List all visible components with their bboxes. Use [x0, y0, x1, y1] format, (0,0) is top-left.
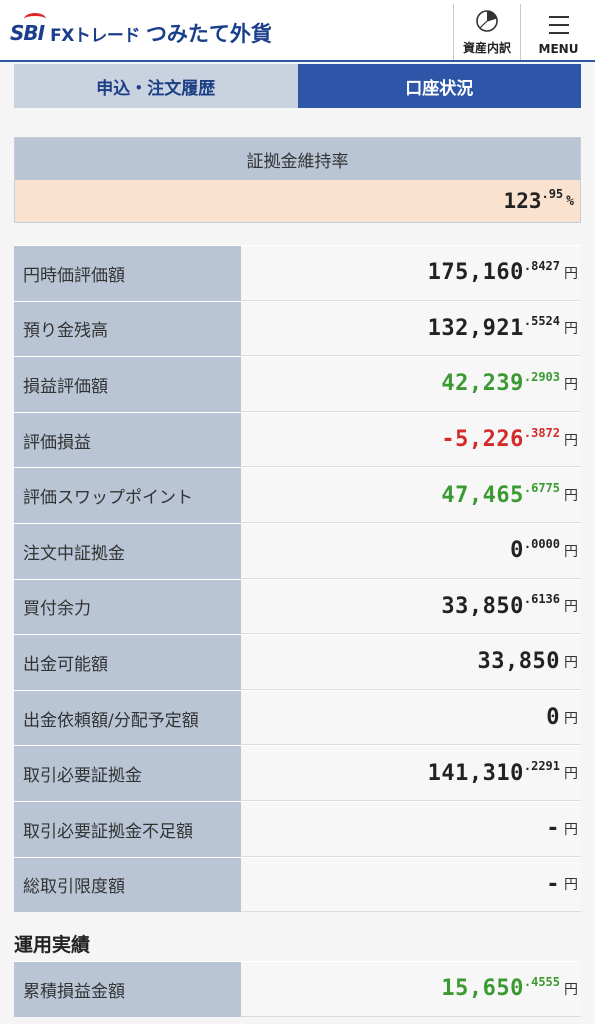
margin-ratio-title: 証拠金維持率 [15, 138, 580, 180]
table-row: 評価スワップポイント 47,465.6775 円 [14, 467, 581, 523]
value-integer: 0 [546, 705, 560, 731]
asset-breakdown-button[interactable]: 資産内訳 [453, 4, 521, 60]
tab-account-status[interactable]: 口座状況 [297, 64, 581, 108]
value-decimal: .0000 [523, 536, 560, 551]
value-unit: 円 [564, 877, 578, 894]
row-label: 円時価評価額 [14, 246, 241, 301]
menu-label: MENU [538, 42, 579, 56]
value-unit: 円 [564, 543, 578, 560]
table-row: 総取引限度額 - 円 [14, 856, 581, 913]
value-integer: 42,239 [441, 371, 524, 397]
table-row: 預り金残高 132,921.5524 円 [14, 300, 581, 357]
margin-ratio-int: 123 [503, 189, 542, 213]
value-decimal: .2291 [523, 759, 560, 774]
logo-fx-text: FXトレード [50, 25, 140, 46]
logo-brand: SBI [10, 13, 46, 45]
margin-ratio-unit: % [566, 193, 574, 209]
row-label: 取引必要証拠金不足額 [14, 801, 241, 857]
value-integer: - [546, 816, 560, 842]
row-label: 出金可能額 [14, 635, 241, 690]
value-integer: 141,310 [427, 760, 524, 786]
margin-ratio-dec: .95 [541, 187, 564, 201]
row-value: 33,850 円 [241, 635, 581, 690]
logo-arc-mark [24, 13, 46, 25]
account-status-table: 円時価評価額 175,160.8427 円預り金残高 132,921.5524 円損益評… [14, 245, 581, 913]
value-decimal: .8427 [523, 258, 560, 273]
margin-ratio-panel: 証拠金維持率 123.95% [14, 137, 581, 223]
row-value: 42,239.2903 円 [241, 357, 581, 412]
row-value: 175,160.8427 円 [241, 246, 581, 301]
value-unit: 円 [564, 432, 578, 449]
table-row: 円時価評価額 175,160.8427 円 [14, 245, 581, 301]
table-row: 取引必要証拠金 141,310.2291 円 [14, 745, 581, 801]
row-label: 注文中証拠金 [14, 523, 241, 579]
table-row: 注文中証拠金 0.0000 円 [14, 522, 581, 579]
value-integer: 15,650 [441, 976, 524, 1002]
row-label: 総取引限度額 [14, 857, 241, 913]
row-value: 47,465.6775 円 [241, 468, 581, 523]
value-integer: - [546, 871, 560, 897]
value-integer: 33,850 [441, 593, 524, 619]
row-label: 買付余力 [14, 579, 241, 635]
value-decimal: .3872 [523, 425, 560, 440]
value-unit: 円 [564, 710, 578, 727]
logo-product-text: つみたて外貨 [145, 22, 272, 46]
pie-chart-icon [476, 10, 498, 32]
table-row: 損益評価額 42,239.2903 円 [14, 356, 581, 412]
value-integer: 132,921 [427, 315, 524, 341]
row-value: -円 [241, 857, 581, 913]
row-value: 0.0000 円 [241, 523, 581, 579]
row-label: 評価スワップポイント [14, 468, 241, 523]
value-integer: 175,160 [427, 260, 524, 286]
value-decimal: .6775 [523, 481, 560, 496]
tab-bar: 申込・注文履歴 口座状況 [14, 64, 581, 108]
row-label: 出金依頼額/分配予定額 [14, 690, 241, 746]
value-unit: 円 [564, 821, 578, 838]
table-row: 累積損益金額 15,650.4555 円 [14, 961, 581, 1017]
app-header: SBI FXトレード つみたて外貨 資産内訳 MENU [0, 0, 595, 62]
row-label: 預り金残高 [14, 301, 241, 357]
value-decimal: .5524 [523, 314, 560, 329]
row-label: 損益評価額 [14, 357, 241, 412]
value-integer: 0 [510, 538, 524, 564]
value-decimal: .4555 [523, 974, 560, 989]
value-unit: 円 [564, 599, 578, 616]
value-integer: -5,226 [441, 427, 524, 453]
asset-breakdown-label: 資産内訳 [462, 41, 511, 55]
row-value: 15,650.4555 円 [241, 962, 581, 1017]
table-row: 出金依頼額/分配予定額 0 円 [14, 689, 581, 746]
menu-button[interactable]: MENU [522, 4, 595, 60]
row-label: 取引必要証拠金 [14, 746, 241, 801]
row-value: -5,226.3872 円 [241, 412, 581, 468]
tab-order-history[interactable]: 申込・注文履歴 [14, 64, 298, 108]
row-value: -円 [241, 801, 581, 857]
row-label: 評価損益 [14, 412, 241, 468]
value-unit: 円 [564, 981, 578, 998]
table-row: 取引必要証拠金不足額 - 円 [14, 800, 581, 857]
value-integer: 47,465 [441, 482, 524, 508]
value-unit: 円 [564, 265, 578, 282]
row-value: 132,921.5524 円 [241, 301, 581, 357]
row-value: 0円 [241, 690, 581, 746]
performance-section-title: 運用実績 [14, 934, 91, 956]
sbi-fx-logo[interactable]: SBI FXトレード つみたて外貨 [10, 13, 272, 48]
value-unit: 円 [564, 376, 578, 393]
table-row: 買付余力 33,850.6136 円 [14, 578, 581, 635]
value-integer: 33,850 [477, 649, 560, 675]
performance-table: 累積損益金額 15,650.4555 円 [14, 961, 581, 1017]
row-label: 累積損益金額 [14, 962, 241, 1017]
table-row: 評価損益 -5,226.3872 円 [14, 411, 581, 468]
value-unit: 円 [564, 766, 578, 783]
margin-ratio-value: 123.95% [15, 180, 580, 222]
value-unit: 円 [564, 321, 578, 338]
table-row: 出金可能額 33,850 円 [14, 634, 581, 690]
row-value: 33,850.6136 円 [241, 579, 581, 635]
row-value: 141,310.2291 円 [241, 746, 581, 801]
value-unit: 円 [564, 654, 578, 671]
value-unit: 円 [564, 488, 578, 505]
value-decimal: .6136 [523, 592, 560, 607]
value-decimal: .2903 [523, 369, 560, 384]
hamburger-icon [548, 16, 569, 34]
